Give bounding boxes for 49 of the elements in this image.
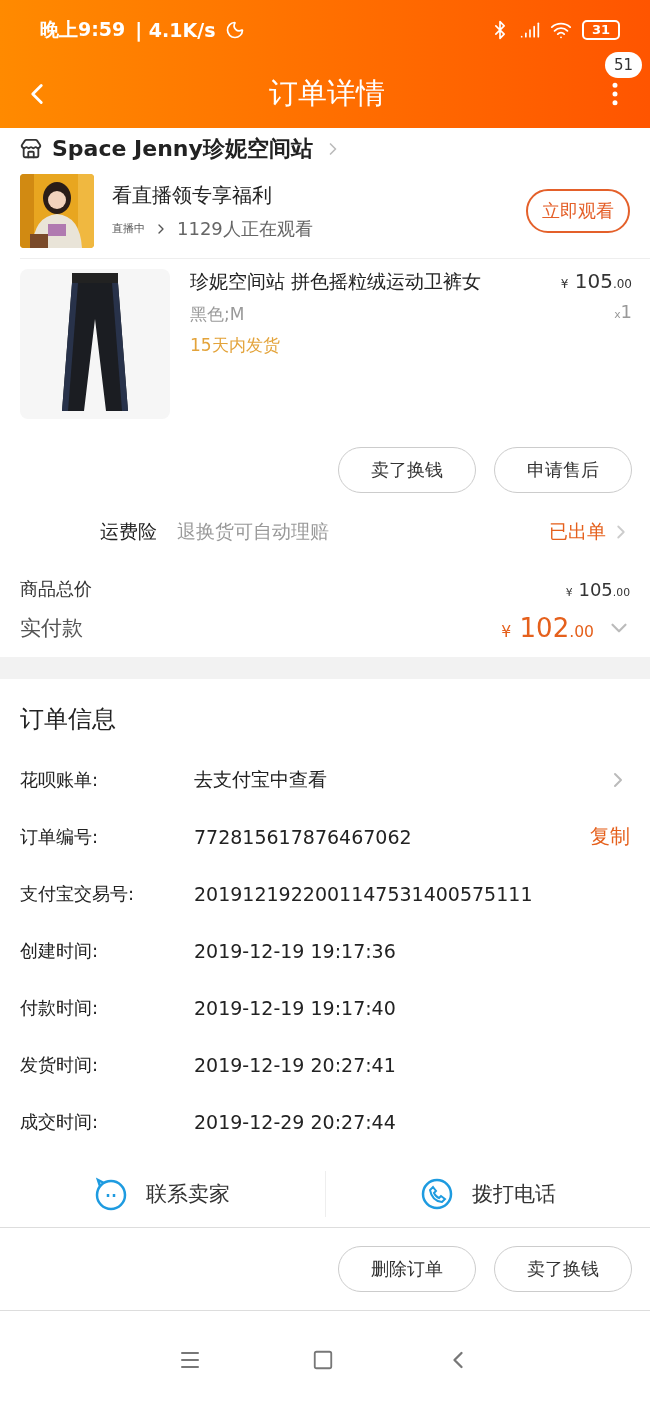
info-label: 成交时间: [20,1109,100,1134]
price: ¥ 105.00 [565,578,630,600]
info-label: 支付宝交易号: [20,881,136,906]
insurance-label: 运费险 [100,519,157,544]
order-action-button[interactable]: 卖了换钱 [494,1246,632,1292]
network-speed: | 4.1K/s [135,19,216,41]
info-value: 2019-12-19 20:27:41 [194,1053,396,1076]
product-name[interactable]: 珍妮空间站 拼色摇粒绒运动卫裤女 [190,269,541,295]
quantity: x1 [614,301,632,322]
section-title: 订单信息 [19,704,117,735]
info-label: 发货时间: [20,1052,100,1077]
item-action-button[interactable]: 申请售后 [494,447,632,493]
product-variant: 黑色;M [190,303,246,326]
page-title: 订单详情 [268,75,386,112]
info-label: 付款时间: [20,995,100,1020]
info-label: 创建时间: [20,938,100,963]
info-value: 2019-12-19 19:17:40 [194,996,396,1019]
moon-icon [225,20,246,40]
info-value: 2019-12-29 20:27:44 [194,1110,396,1133]
store-name[interactable]: Space Jenny珍妮空间站 [52,134,313,164]
live-title: 看直播领专享福利 [112,181,273,209]
info-label: 花呗账单: [20,767,100,792]
price: ¥ 105.00 [560,269,632,293]
info-label: 订单编号: [20,824,100,849]
store-icon [20,138,42,160]
phone-icon [419,1176,454,1211]
info-value: 772815617876467062 [194,825,412,848]
battery-icon: 31 [581,20,620,40]
watch-now-button[interactable]: 立即观看 [526,189,630,233]
message-count-badge: 51 [604,52,642,78]
total-label: 商品总价 [20,577,92,601]
info-value: 2019-12-19 19:17:36 [194,939,396,962]
shipping-note: 15天内发货 [190,334,281,357]
contact-seller-button[interactable]: 联系卖家 [0,1175,325,1212]
status-time: 晚上9:59 [40,17,126,42]
insurance-note: 退换货可自动理赔 [177,519,329,544]
info-value[interactable]: 去支付宝中查看 [194,766,327,793]
signal-icon [519,20,540,40]
total-label: 实付款 [20,615,83,642]
chat-face-icon [94,1176,129,1211]
call-button[interactable]: 拨打电话 [325,1175,650,1212]
home-icon[interactable] [312,1348,334,1371]
copy-link[interactable]: 复制 [590,823,630,850]
price: ¥ 102.00 [501,613,594,643]
item-action-button[interactable]: 卖了换钱 [338,447,476,493]
info-value: 2019121922001147531400575111 [194,882,533,905]
order-action-button[interactable]: 删除订单 [338,1246,476,1292]
viewer-count: 1129人正在观看 [177,216,313,241]
live-tag: 直播中 [112,221,145,236]
